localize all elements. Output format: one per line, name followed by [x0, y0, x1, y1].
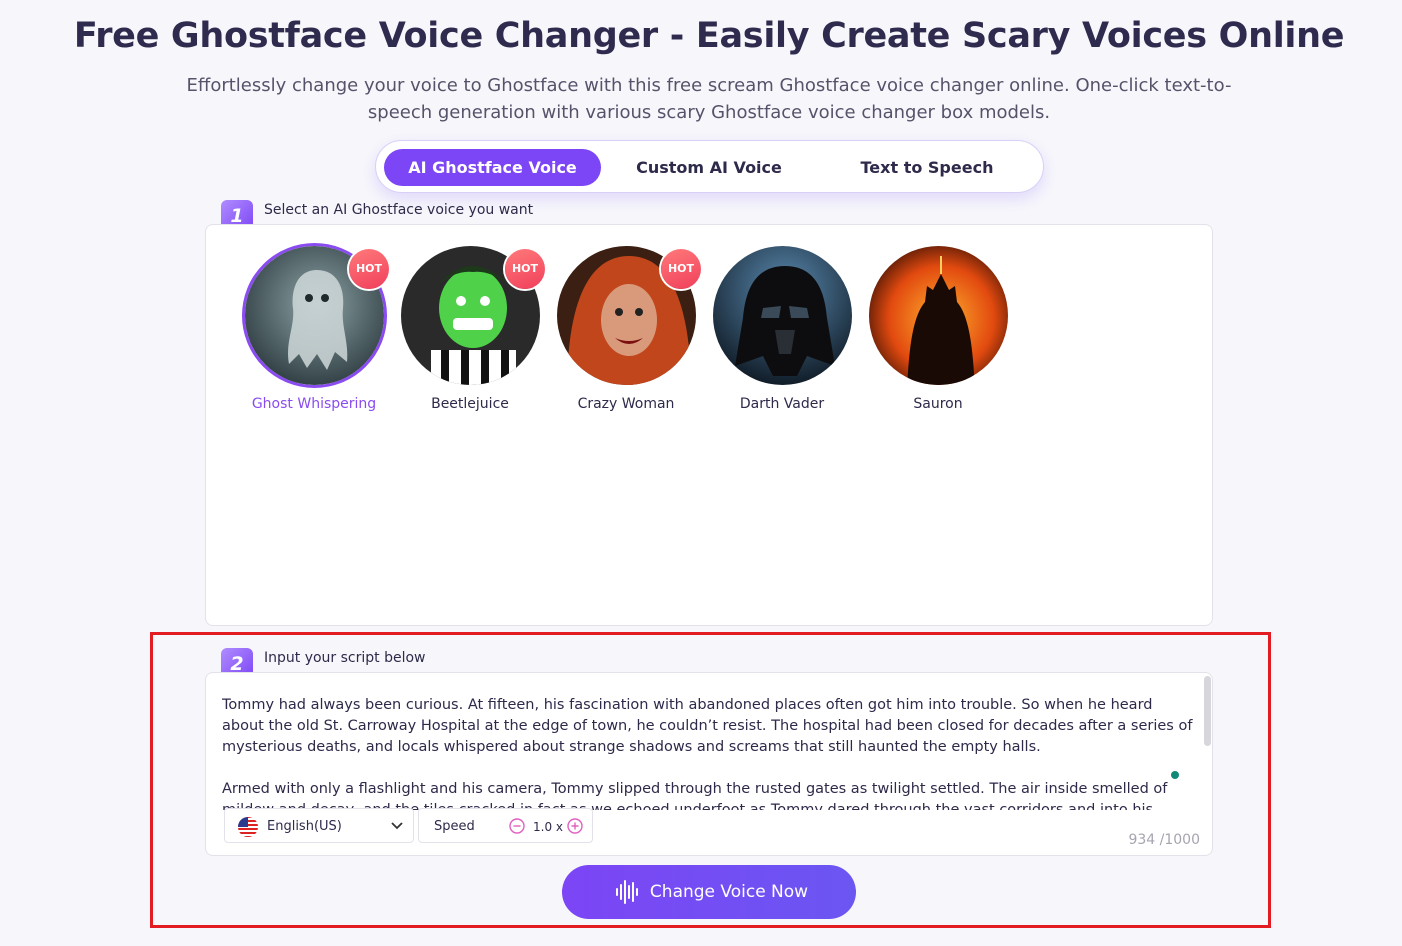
voice-name: Beetlejuice [431, 396, 509, 412]
mode-tabs: AI Ghostface Voice Custom AI Voice Text … [375, 140, 1044, 193]
voice-name: Crazy Woman [577, 396, 675, 412]
hot-badge: HOT [349, 249, 389, 289]
voice-name: Darth Vader [739, 396, 825, 412]
hot-badge: HOT [661, 249, 701, 289]
highlight-box [150, 632, 1271, 928]
hot-badge: HOT [505, 249, 545, 289]
tab-text-to-speech[interactable]: Text to Speech [827, 149, 1027, 186]
darth-vader-avatar [710, 243, 855, 388]
voice-name: Ghost Whispering [251, 396, 377, 412]
voice-name: Sauron [913, 396, 963, 412]
page-subtitle: Effortlessly change your voice to Ghostf… [186, 75, 1232, 123]
tab-ai-ghostface-voice[interactable]: AI Ghostface Voice [384, 149, 601, 186]
page-title: Free Ghostface Voice Changer - Easily Cr… [73, 16, 1345, 56]
step-1-label: Select an AI Ghostface voice you want [264, 202, 534, 218]
tab-custom-ai-voice[interactable]: Custom AI Voice [609, 149, 809, 186]
voice-darth-vader[interactable]: Darth Vader [704, 243, 860, 412]
voice-sauron[interactable]: Sauron [860, 243, 1016, 412]
sauron-avatar [866, 243, 1011, 388]
